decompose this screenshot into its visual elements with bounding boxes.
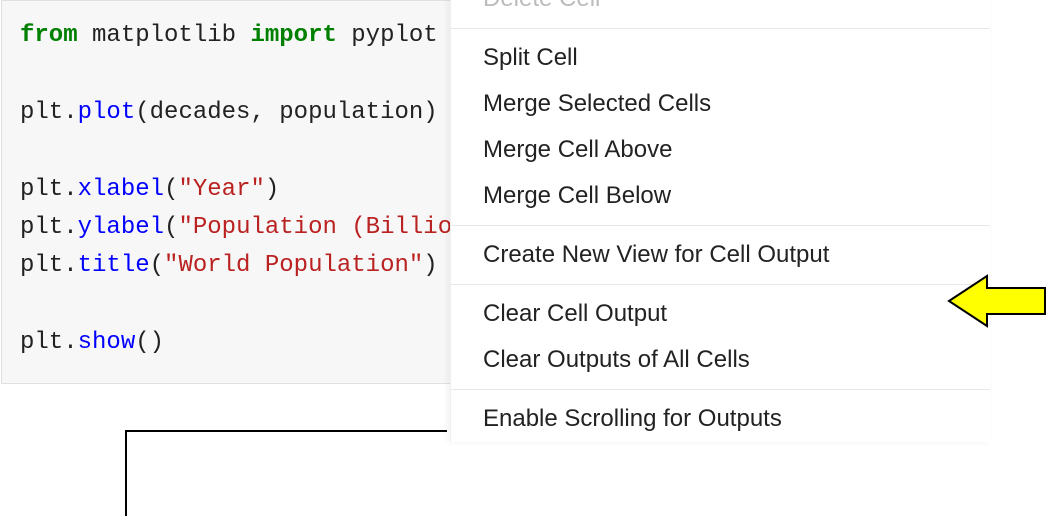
menu-separator: [451, 225, 990, 226]
context-menu: Delete Cell Split CellMerge Selected Cell…: [450, 0, 990, 442]
menu-item-merge-cell-above[interactable]: Merge Cell Above: [451, 127, 990, 173]
cell-output-frame: [125, 430, 447, 516]
code-cell[interactable]: from matplotlib import pyplot a plt.plot…: [1, 0, 453, 384]
menu-item-clear-cell-output[interactable]: Clear Cell Output: [451, 291, 990, 337]
menu-item-clear-outputs-of-all-cells[interactable]: Clear Outputs of All Cells: [451, 337, 990, 383]
menu-item-create-new-view-for-cell-output[interactable]: Create New View for Cell Output: [451, 232, 990, 278]
menu-item-enable-scrolling-for-outputs[interactable]: Enable Scrolling for Outputs: [451, 396, 990, 442]
menu-item-split-cell[interactable]: Split Cell: [451, 35, 990, 81]
menu-separator: [451, 284, 990, 285]
menu-separator: [451, 28, 990, 29]
menu-item-merge-selected-cells[interactable]: Merge Selected Cells: [451, 81, 990, 127]
menu-item-delete-cell[interactable]: Delete Cell: [451, 0, 990, 22]
menu-separator: [451, 389, 990, 390]
menu-item-merge-cell-below[interactable]: Merge Cell Below: [451, 173, 990, 219]
